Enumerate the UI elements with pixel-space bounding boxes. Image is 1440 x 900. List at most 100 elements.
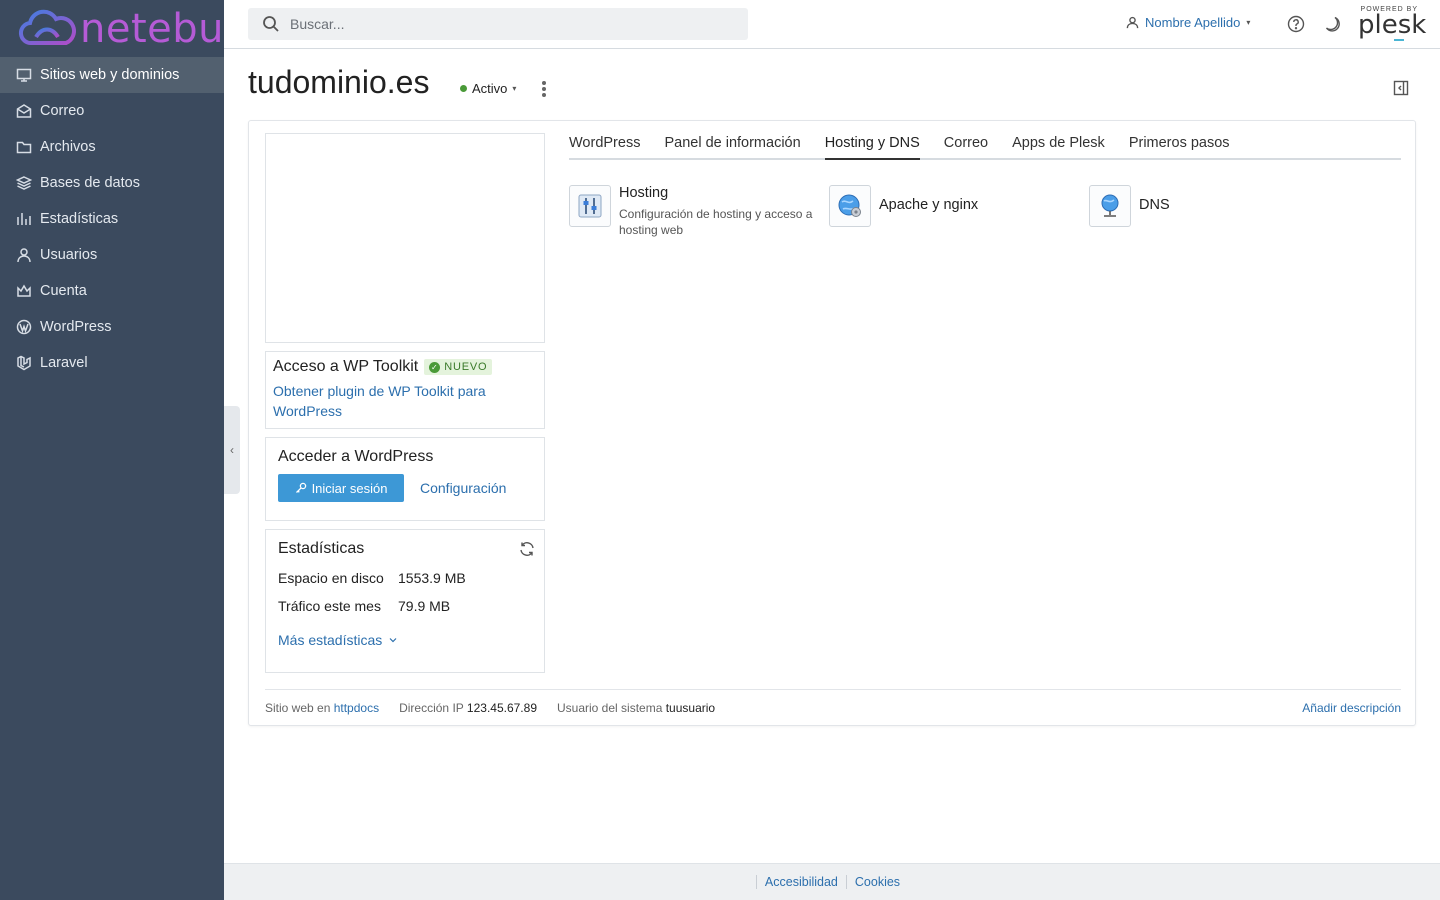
tab-plesk-apps[interactable]: Apps de Plesk	[1012, 135, 1105, 158]
hosting-settings-icon	[569, 185, 611, 227]
httpdocs-link[interactable]: httpdocs	[334, 701, 379, 715]
folder-icon	[16, 139, 32, 155]
kebab-dot-icon	[542, 87, 546, 91]
key-icon	[295, 482, 306, 493]
wp-toolkit-heading: Acceso a WP Toolkit ✓ NUEVO	[273, 358, 537, 376]
sidebar-item-label: Bases de datos	[40, 175, 140, 191]
tab-getting-started[interactable]: Primeros pasos	[1129, 135, 1230, 158]
tab-hosting-dns[interactable]: Hosting y DNS	[824, 135, 920, 160]
sidebar-item-label: Sitios web y dominios	[40, 67, 180, 83]
login-button-label: Iniciar sesión	[311, 480, 388, 496]
wordpress-icon	[16, 319, 32, 335]
refresh-button[interactable]	[518, 540, 536, 558]
chevron-down-icon: ▾	[512, 84, 517, 93]
sidebar-item-label: Usuarios	[40, 247, 98, 263]
traffic-value: 79.9 MB	[398, 598, 451, 614]
accessibility-link[interactable]: Accesibilidad	[755, 875, 846, 889]
page-footer: Accesibilidad Cookies	[224, 863, 1440, 900]
ip-label: Dirección IP	[399, 700, 464, 715]
status-label: Activo	[472, 81, 508, 96]
side-panel-toggle[interactable]	[1393, 80, 1409, 96]
brand-logo[interactable]: netebu	[0, 0, 224, 57]
kebab-dot-icon	[542, 81, 546, 85]
system-user-label: Usuario del sistema	[557, 700, 663, 715]
traffic-row: Tráfico este mes 79.9 MB	[278, 598, 532, 614]
sidebar-item-databases[interactable]: Bases de datos	[0, 165, 224, 201]
hosting-tile[interactable]: Hosting Configuración de hosting y acces…	[569, 185, 829, 238]
cloud-logo-icon	[19, 9, 76, 45]
search-box[interactable]	[248, 8, 748, 40]
hosting-tile-description: Configuración de hosting y acceso a host…	[619, 207, 813, 237]
monitor-icon	[16, 67, 32, 83]
wp-access-box: Acceder a WordPress Iniciar sesión Confi…	[265, 437, 545, 521]
plesk-name: plesk	[1358, 10, 1427, 40]
check-icon: ✓	[429, 361, 441, 373]
get-wp-toolkit-link[interactable]: Obtener plugin de WP Toolkit para WordPr…	[273, 381, 537, 421]
sidebar-item-laravel[interactable]: Laravel	[0, 345, 224, 381]
top-header: Nombre Apellido ▾ POWERED BY plesk	[224, 0, 1440, 49]
tab-mail[interactable]: Correo	[944, 135, 988, 158]
disk-value: 1553.9 MB	[398, 570, 466, 586]
sidebar-item-mail[interactable]: Correo	[0, 93, 224, 129]
help-button[interactable]	[1287, 15, 1305, 33]
hosting-tile-title: Hosting	[619, 185, 669, 201]
sidebar-item-files[interactable]: Archivos	[0, 129, 224, 165]
chevron-down-icon	[389, 638, 397, 643]
bar-chart-icon	[16, 211, 32, 227]
sidebar-item-statistics[interactable]: Estadísticas	[0, 201, 224, 237]
mail-icon	[16, 103, 32, 119]
sidebar-item-label: Laravel	[40, 355, 88, 371]
sidebar-item-wordpress[interactable]: WordPress	[0, 309, 224, 345]
user-name: Nombre Apellido	[1145, 15, 1241, 30]
site-preview[interactable]	[265, 133, 545, 343]
more-stats-label: Más estadísticas	[278, 632, 383, 648]
disk-usage-row: Espacio en disco 1553.9 MB	[278, 570, 532, 586]
statistics-title: Estadísticas	[278, 540, 365, 557]
user-icon	[16, 247, 32, 263]
tab-wordpress[interactable]: WordPress	[569, 135, 640, 158]
domain-info-footer: Sitio web en httpdocs Dirección IP 123.4…	[265, 689, 1401, 725]
status-dot-icon	[460, 85, 467, 92]
dark-mode-toggle[interactable]	[1323, 15, 1341, 33]
dns-tile[interactable]: DNS	[1089, 185, 1349, 238]
site-root-info: Sitio web en httpdocs	[265, 701, 379, 715]
user-menu[interactable]: Nombre Apellido ▾	[1126, 15, 1250, 30]
disk-label: Espacio en disco	[278, 570, 384, 586]
cookies-link[interactable]: Cookies	[845, 875, 908, 889]
search-icon	[263, 16, 279, 32]
status-dropdown[interactable]: Activo ▾	[460, 81, 516, 96]
sidebar-item-account[interactable]: Cuenta	[0, 273, 224, 309]
wp-config-link[interactable]: Configuración	[420, 480, 506, 496]
add-description-link[interactable]: Añadir descripción	[1302, 701, 1401, 715]
dns-globe-icon	[1089, 185, 1131, 227]
more-actions-button[interactable]	[538, 80, 550, 98]
sidebar-item-label: Correo	[40, 103, 85, 119]
laravel-icon	[16, 355, 32, 371]
more-stats-link[interactable]: Más estadísticas	[278, 632, 398, 648]
help-icon	[1287, 15, 1305, 33]
search-input[interactable]	[290, 16, 710, 32]
kebab-dot-icon	[542, 93, 546, 97]
sidebar-item-users[interactable]: Usuarios	[0, 237, 224, 273]
sidebar-item-websites[interactable]: Sitios web y dominios	[0, 57, 224, 93]
tab-dashboard[interactable]: Panel de información	[664, 135, 800, 158]
sidebar-item-label: Cuenta	[40, 283, 87, 299]
system-user-value: tuusuario	[665, 700, 716, 715]
panel-collapse-icon	[1393, 80, 1409, 96]
apache-nginx-tile-title: Apache y nginx	[879, 197, 979, 213]
login-button[interactable]: Iniciar sesión	[278, 474, 404, 502]
plesk-accent-bar	[1394, 39, 1404, 41]
wp-access-title: Acceder a WordPress	[278, 448, 434, 465]
sidebar: netebu Sitios web y dominios Correo Arch…	[0, 0, 224, 900]
globe-gear-icon	[829, 185, 871, 227]
apache-nginx-tile[interactable]: Apache y nginx	[829, 185, 1089, 238]
badge-label: NUEVO	[444, 361, 488, 373]
wp-toolkit-title: Acceso a WP Toolkit	[273, 358, 419, 375]
domain-tabs: WordPress Panel de información Hosting y…	[569, 135, 1401, 160]
ip-info: Dirección IP 123.45.67.89	[399, 701, 537, 715]
sidebar-item-label: Estadísticas	[40, 211, 119, 227]
brand-name: netebu	[80, 5, 224, 52]
plesk-logo: POWERED BY plesk	[1358, 6, 1427, 41]
sidebar-collapse-handle[interactable]: ‹	[224, 406, 240, 494]
refresh-icon	[520, 542, 534, 556]
